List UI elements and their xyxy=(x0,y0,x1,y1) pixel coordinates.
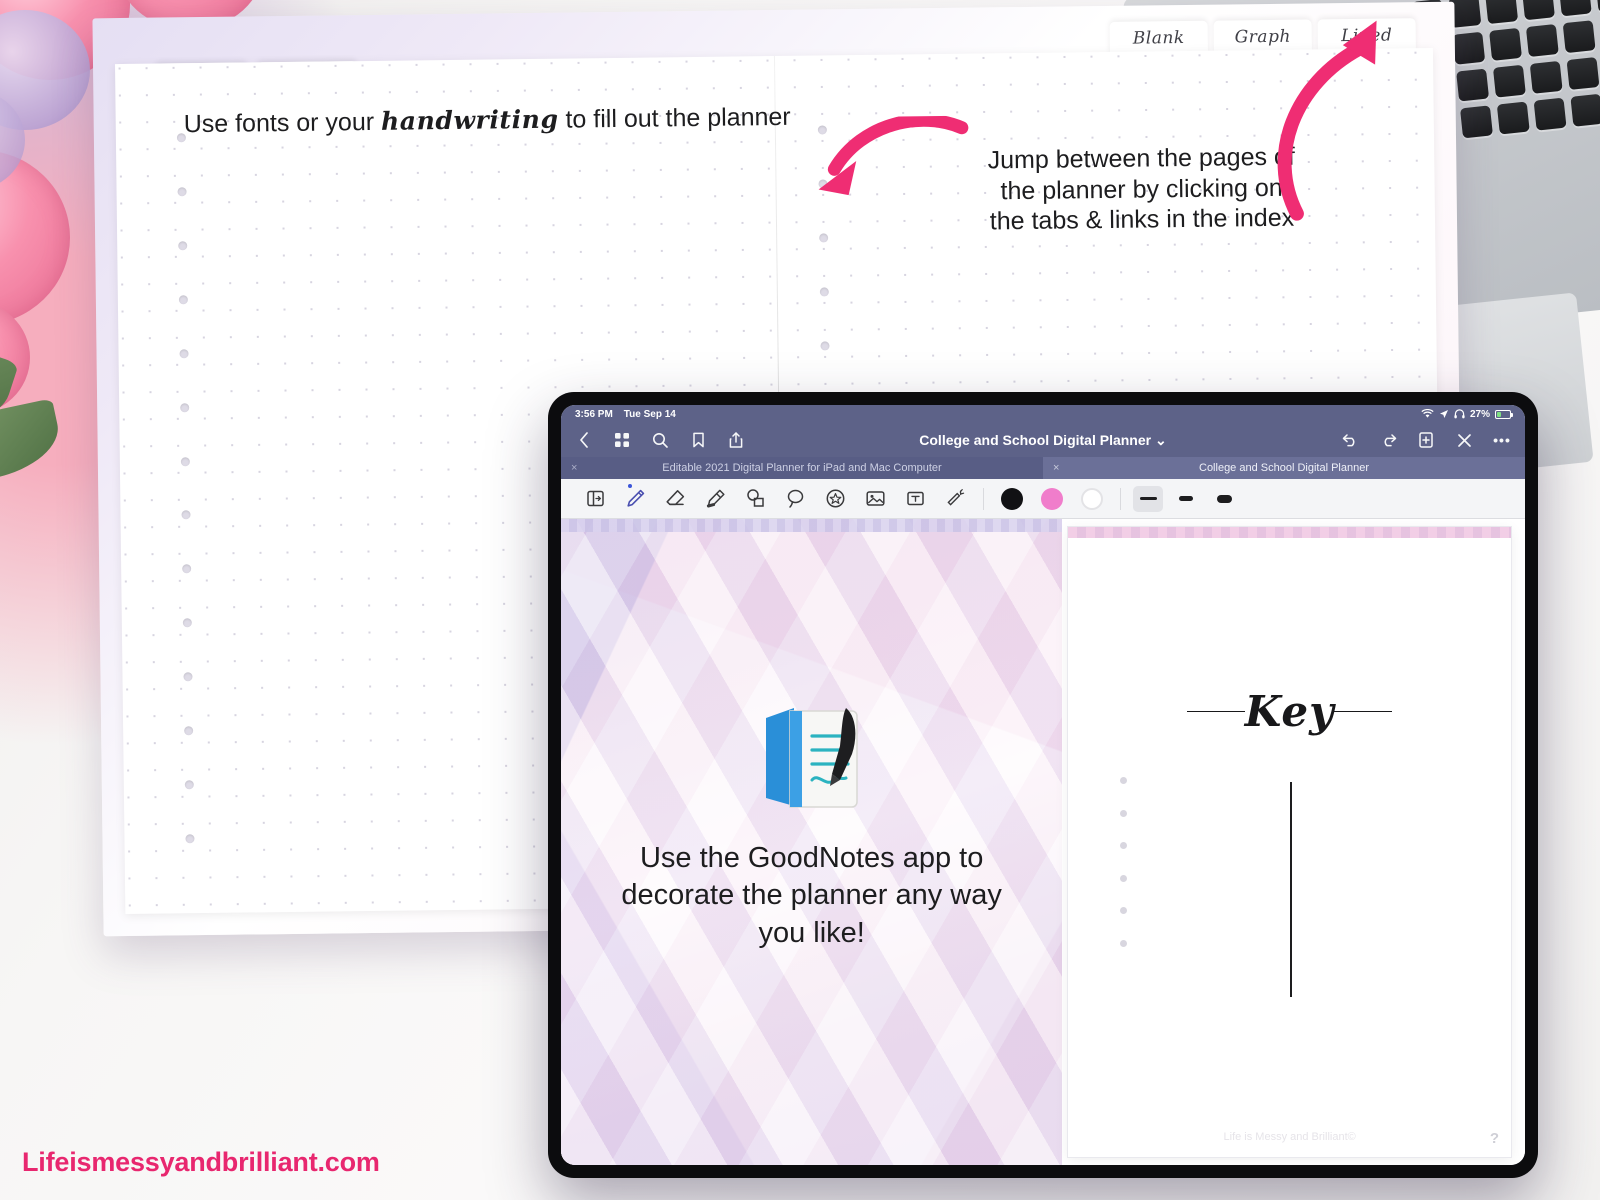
stroke-width-medium[interactable] xyxy=(1171,486,1201,512)
pen-active-indicator xyxy=(628,483,632,488)
back-icon[interactable] xyxy=(575,431,593,449)
stroke-width-thin[interactable] xyxy=(1133,485,1163,512)
key-page-divider xyxy=(1289,782,1292,997)
arrow-left-curved-icon xyxy=(818,115,969,196)
chevron-down-icon: ⌄ xyxy=(1154,431,1167,448)
highlighter-icon[interactable] xyxy=(695,483,735,515)
redo-icon[interactable] xyxy=(1379,431,1397,449)
right-page-top-strip xyxy=(1068,527,1511,538)
goodnotes-nav-bar: College and School Digital Planner ⌄ ••• xyxy=(561,423,1525,457)
goodnotes-app-icon xyxy=(760,702,864,814)
shapes-icon[interactable] xyxy=(735,483,775,515)
thumbnails-grid-icon[interactable] xyxy=(613,431,631,449)
more-options-glyph: ••• xyxy=(1493,432,1511,448)
stroke-width-thick[interactable] xyxy=(1209,486,1239,512)
site-watermark: Lifeismessyandbrilliant.com xyxy=(22,1147,380,1177)
add-page-icon[interactable] xyxy=(1417,431,1435,449)
status-right-group: 27% xyxy=(1421,408,1513,420)
ios-status-bar: 3:56 PM Tue Sep 14 27% xyxy=(561,405,1525,423)
text-box-icon[interactable] xyxy=(895,483,935,515)
planner-headline-part2: to fill out the planner xyxy=(558,102,791,134)
key-page-footer: Life is Messy and Brilliant© xyxy=(1223,1131,1356,1143)
help-icon[interactable]: ? xyxy=(1490,1130,1499,1147)
key-page-title-text: Key xyxy=(1244,687,1335,736)
document-tab-1[interactable]: × Editable 2021 Digital Planner for iPad… xyxy=(561,457,1043,479)
document-tab-1-label: Editable 2021 Digital Planner for iPad a… xyxy=(662,462,942,474)
image-icon[interactable] xyxy=(855,483,895,515)
laser-pointer-icon[interactable] xyxy=(935,483,975,515)
document-tab-2[interactable]: × College and School Digital Planner xyxy=(1043,457,1525,479)
left-page-content: Use the GoodNotes app to decorate the pl… xyxy=(561,519,1062,1165)
toolbar-separator-2 xyxy=(1120,487,1121,510)
wifi-icon xyxy=(1421,409,1434,418)
key-page-title: Key xyxy=(1068,687,1511,736)
left-page-message: Use the GoodNotes app to decorate the pl… xyxy=(621,842,1002,949)
bookmark-icon[interactable] xyxy=(689,431,707,449)
document-title[interactable]: College and School Digital Planner ⌄ xyxy=(919,432,1166,449)
document-title-text: College and School Digital Planner xyxy=(919,431,1152,448)
planner-tab-blank-label: Blank xyxy=(1132,28,1185,49)
canvas-right-page[interactable]: Key Life is Messy and Brilliant© ? xyxy=(1068,527,1511,1157)
screenshot-scene: Key Index Blank Graph Lined Use fonts or… xyxy=(0,0,1600,1200)
key-title-swash-right xyxy=(1334,711,1393,712)
ipad-device: 3:56 PM Tue Sep 14 27% College and Schoo… xyxy=(548,392,1538,1178)
share-icon[interactable] xyxy=(727,431,745,449)
canvas-left-page[interactable]: Use the GoodNotes app to decorate the pl… xyxy=(561,519,1063,1165)
page-insert-icon[interactable] xyxy=(575,483,615,515)
battery-icon xyxy=(1495,409,1513,419)
more-options-icon[interactable]: ••• xyxy=(1493,431,1511,449)
lasso-icon[interactable] xyxy=(775,483,815,515)
headphones-icon xyxy=(1454,409,1465,419)
document-tab-1-close-icon[interactable]: × xyxy=(571,462,577,474)
color-swatch-black[interactable] xyxy=(1001,487,1023,510)
ipad-screen: 3:56 PM Tue Sep 14 27% College and Schoo… xyxy=(561,405,1525,1165)
goodnotes-canvas[interactable]: Use the GoodNotes app to decorate the pl… xyxy=(561,519,1525,1165)
right-page-binder-holes xyxy=(1120,777,1128,947)
eraser-icon[interactable] xyxy=(655,483,695,515)
color-swatch-empty[interactable] xyxy=(1081,487,1103,510)
close-icon[interactable] xyxy=(1455,431,1473,449)
location-arrow-icon xyxy=(1439,410,1448,418)
status-date: Tue Sep 14 xyxy=(623,408,676,420)
planner-headline-part1: Use fonts or your xyxy=(183,107,382,139)
document-tab-2-label: College and School Digital Planner xyxy=(1199,462,1369,474)
arrow-right-curved-icon xyxy=(1277,20,1377,221)
key-title-swash-left xyxy=(1186,711,1245,712)
undo-icon[interactable] xyxy=(1341,431,1359,449)
planner-annotation: Jump between the pages of the planner by… xyxy=(987,142,1295,236)
color-swatch-pink[interactable] xyxy=(1041,487,1063,510)
goodnotes-toolbar xyxy=(561,479,1525,519)
toolbar-separator-1 xyxy=(983,487,984,510)
status-time: 3:56 PM xyxy=(575,408,613,420)
search-icon[interactable] xyxy=(651,431,669,449)
planner-headline-script: handwriting xyxy=(380,104,559,136)
document-tab-2-close-icon[interactable]: × xyxy=(1053,462,1059,474)
battery-percent-label: 27% xyxy=(1469,408,1490,420)
pen-icon[interactable] xyxy=(615,483,655,515)
sticker-icon[interactable] xyxy=(815,483,855,515)
nav-right-group: ••• xyxy=(1341,431,1511,449)
document-tab-strip: × Editable 2021 Digital Planner for iPad… xyxy=(561,457,1525,479)
